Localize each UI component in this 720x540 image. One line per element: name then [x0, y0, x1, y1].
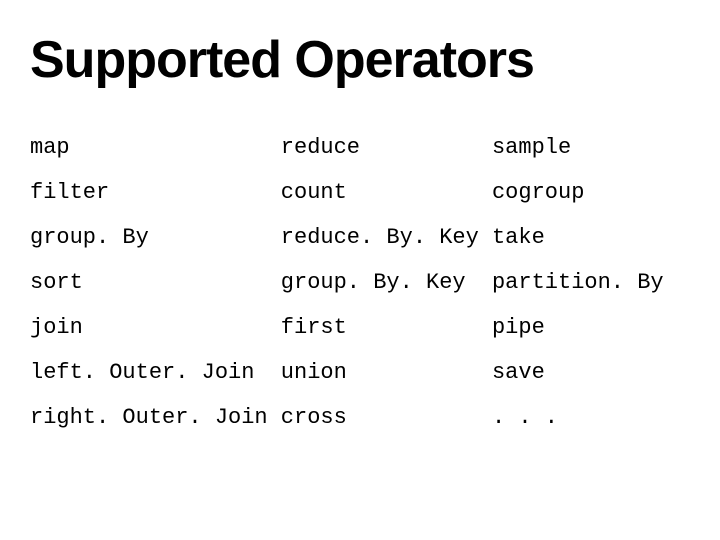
- operators-table: map reduce sample filter count cogroup g…: [30, 125, 690, 440]
- table-row: group. By reduce. By. Key take: [30, 215, 690, 260]
- table-row: left. Outer. Join union save: [30, 350, 690, 395]
- op-cell: save: [492, 350, 690, 395]
- op-cell: sort: [30, 260, 281, 305]
- table-row: map reduce sample: [30, 125, 690, 170]
- table-row: right. Outer. Join cross . . .: [30, 395, 690, 440]
- op-cell: group. By. Key: [281, 260, 492, 305]
- table-row: filter count cogroup: [30, 170, 690, 215]
- op-cell: join: [30, 305, 281, 350]
- op-cell: cross: [281, 395, 492, 440]
- table-row: sort group. By. Key partition. By: [30, 260, 690, 305]
- op-cell: left. Outer. Join: [30, 350, 281, 395]
- op-cell: sample: [492, 125, 690, 170]
- op-cell: take: [492, 215, 690, 260]
- op-cell: partition. By: [492, 260, 690, 305]
- op-cell: cogroup: [492, 170, 690, 215]
- op-cell: group. By: [30, 215, 281, 260]
- op-cell: right. Outer. Join: [30, 395, 281, 440]
- page-title: Supported Operators: [30, 30, 690, 90]
- op-cell: count: [281, 170, 492, 215]
- slide: Supported Operators map reduce sample fi…: [0, 0, 720, 540]
- op-cell: map: [30, 125, 281, 170]
- op-cell: filter: [30, 170, 281, 215]
- op-cell: reduce: [281, 125, 492, 170]
- op-cell: reduce. By. Key: [281, 215, 492, 260]
- table-row: join first pipe: [30, 305, 690, 350]
- op-cell: first: [281, 305, 492, 350]
- op-cell: . . .: [492, 395, 690, 440]
- op-cell: pipe: [492, 305, 690, 350]
- op-cell: union: [281, 350, 492, 395]
